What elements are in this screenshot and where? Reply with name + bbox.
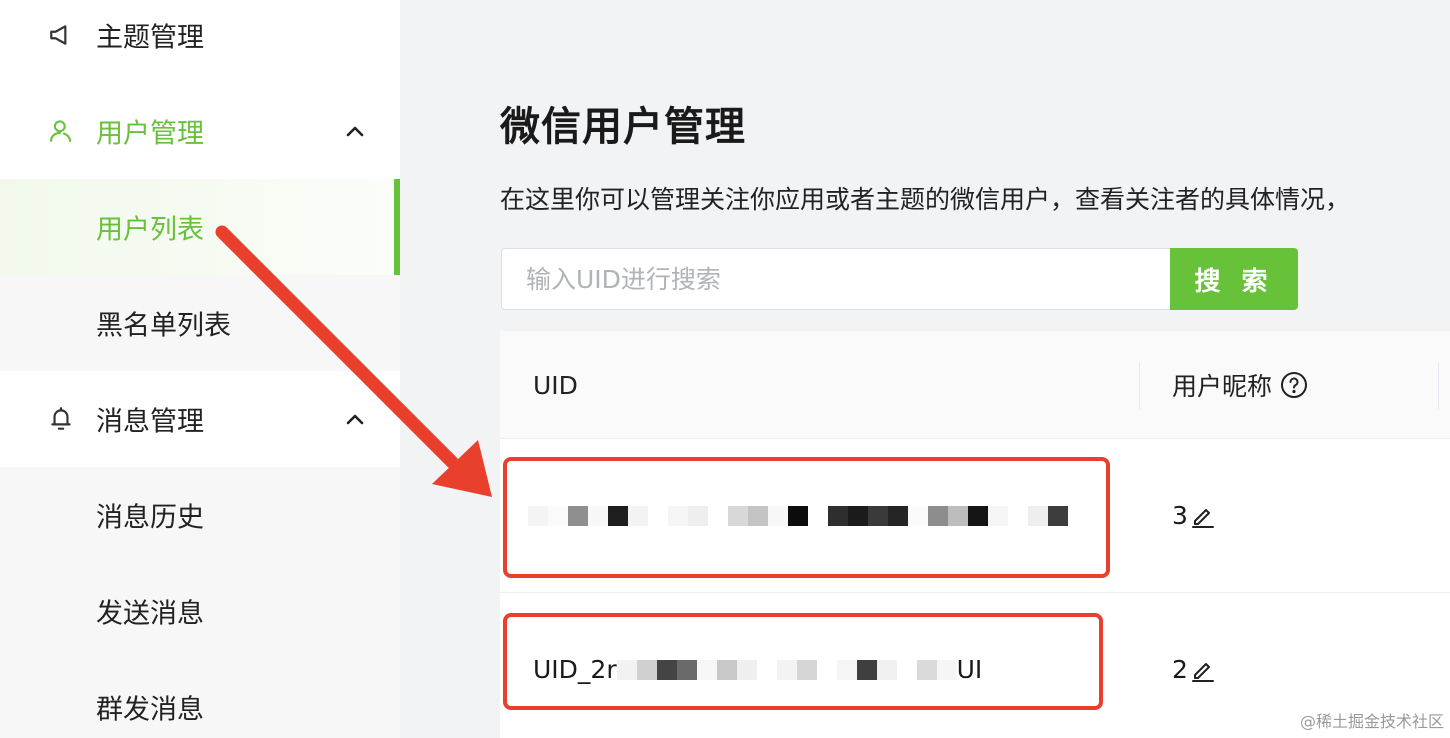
uid-cell [528,439,1068,592]
watermark: @稀土掘金技术社区 [1299,712,1444,731]
page-title: 微信用户管理 [500,104,746,150]
help-icon[interactable] [1280,371,1308,399]
page-description: 在这里你可以管理关注你应用或者主题的微信用户，查看关注者的具体情况， [500,185,1351,214]
column-divider [1438,363,1439,409]
sidebar-item-label: 主题管理 [96,22,204,54]
sidebar-item-label: 用户列表 [96,214,204,246]
sidebar-item-message-management[interactable]: 消息管理 [0,371,400,467]
uid-suffix: UI [956,655,983,684]
user-icon [47,117,75,145]
sidebar-item-user-management[interactable]: 用户管理 [0,83,400,179]
edit-icon[interactable] [1190,657,1216,683]
chevron-up-icon[interactable] [344,408,366,430]
column-divider [1139,363,1140,409]
nickname-cell: 3 [1172,439,1216,592]
column-header-uid: UID [533,370,578,400]
user-table: UID 用户昵称 3 UID_2r UI 2 [500,331,1450,738]
active-indicator [394,179,400,275]
bell-icon [47,405,75,433]
nickname-value: 3 [1172,501,1188,530]
column-header-nickname: 用户昵称 [1172,331,1308,439]
chevron-up-icon[interactable] [344,120,366,142]
nickname-value: 2 [1172,655,1188,684]
sidebar-item-user-list[interactable]: 用户列表 [0,179,400,275]
column-header-label: 用户昵称 [1172,372,1273,401]
sidebar-item-label: 用户管理 [96,118,204,150]
sidebar-item-broadcast-message[interactable]: 群发消息 [0,659,400,738]
sidebar-item-topic-management[interactable]: 主题管理 [0,0,400,83]
table-header: UID 用户昵称 [500,331,1450,439]
redacted-uid-mosaic [616,659,957,680]
sidebar-item-label: 发送消息 [96,598,204,630]
search-button[interactable]: 搜 索 [1170,248,1298,310]
search-input[interactable] [501,248,1171,310]
nickname-cell: 2 [1172,593,1216,738]
sidebar-item-label: 消息历史 [96,502,204,534]
redacted-uid-mosaic [528,505,1068,526]
megaphone-icon [47,21,75,49]
edit-icon[interactable] [1190,503,1216,529]
uid-cell: UID_2r UI [533,593,982,738]
sidebar-item-blacklist[interactable]: 黑名单列表 [0,275,400,371]
sidebar-item-message-history[interactable]: 消息历史 [0,467,400,563]
uid-prefix: UID_2r [533,655,617,684]
sidebar-item-send-message[interactable]: 发送消息 [0,563,400,659]
sidebar-item-label: 群发消息 [96,694,204,726]
sidebar-item-label: 黑名单列表 [96,310,231,342]
table-row: 3 [500,439,1450,593]
sidebar-item-label: 消息管理 [96,406,204,438]
sidebar: 主题管理 用户管理 用户列表 黑名单列表 消息管理 消息历史 发送消息 群发消息 [0,0,400,738]
